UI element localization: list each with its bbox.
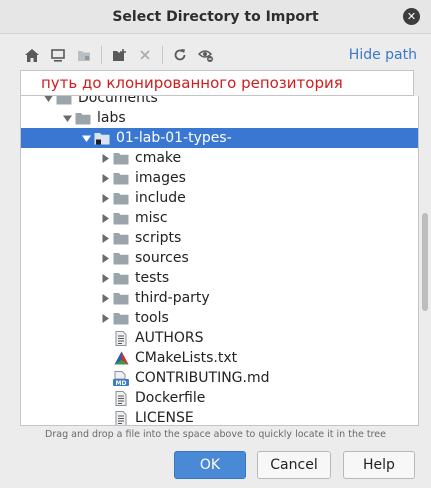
tree-row[interactable]: AUTHORS (21, 328, 418, 348)
tree-row-label: images (135, 170, 186, 186)
new-folder-button[interactable] (107, 44, 131, 66)
delete-button[interactable] (133, 44, 157, 66)
arrow-spacer (98, 368, 112, 388)
arrow-spacer (98, 328, 112, 348)
arrow-spacer (98, 348, 112, 368)
tree-row[interactable]: labs (21, 108, 418, 128)
delete-icon (140, 50, 150, 60)
cmake-file-icon (112, 350, 130, 366)
markdown-file-icon: MD (112, 370, 130, 386)
show-hidden-icon (198, 50, 213, 62)
tree-row-label: include (135, 190, 186, 206)
chevron-right-icon[interactable] (98, 228, 112, 248)
module-folder-icon (93, 130, 111, 146)
folder-icon (112, 250, 130, 266)
desktop-button[interactable] (46, 44, 70, 66)
text-file-icon (112, 410, 130, 425)
text-file-icon (112, 390, 130, 406)
chevron-right-icon[interactable] (98, 308, 112, 328)
refresh-button[interactable] (168, 44, 192, 66)
chevron-down-icon[interactable] (60, 108, 74, 128)
folder-icon (74, 110, 92, 126)
folder-icon (112, 270, 130, 286)
tree-row-label: third-party (135, 290, 210, 306)
close-button[interactable]: ✕ (403, 8, 420, 25)
path-input[interactable]: путь до клонированного репозитория (20, 70, 414, 96)
home-button[interactable] (20, 44, 44, 66)
tree-row[interactable]: include (21, 188, 418, 208)
folder-icon (112, 290, 130, 306)
chevron-right-icon[interactable] (98, 268, 112, 288)
chevron-right-icon[interactable] (98, 248, 112, 268)
tree-row[interactable]: 01-lab-01-types- (21, 128, 418, 148)
folder-icon (112, 230, 130, 246)
tree-row[interactable]: scripts (21, 228, 418, 248)
help-button[interactable]: Help (343, 451, 415, 479)
tree-row-label: cmake (135, 150, 182, 166)
tree-row[interactable]: tests (21, 268, 418, 288)
chevron-right-icon[interactable] (98, 208, 112, 228)
tree-row[interactable]: tools (21, 308, 418, 328)
arrow-spacer (98, 408, 112, 425)
chevron-right-icon[interactable] (98, 288, 112, 308)
refresh-icon (174, 49, 186, 61)
tree-row-label: tools (135, 310, 169, 326)
project-button[interactable] (72, 44, 96, 66)
new-folder-icon (112, 48, 126, 61)
tree-row[interactable]: misc (21, 208, 418, 228)
desktop-icon (51, 48, 65, 62)
svg-text:MD: MD (116, 380, 127, 386)
tree-row[interactable]: Documents (21, 96, 418, 108)
tree-row-label: Documents (78, 96, 158, 106)
drag-drop-hint: Drag and drop a file into the space abov… (45, 429, 386, 440)
chevron-right-icon[interactable] (98, 168, 112, 188)
tree-row-label: scripts (135, 230, 182, 246)
tree-row-label: labs (97, 110, 126, 126)
ok-button[interactable]: OK (174, 451, 246, 479)
tree-row[interactable]: cmake (21, 148, 418, 168)
tree-row[interactable]: MD CONTRIBUTING.md (21, 368, 418, 388)
title-bar: Select Directory to Import ✕ (0, 0, 431, 34)
tree-row-label: sources (135, 250, 189, 266)
home-icon (25, 48, 39, 62)
folder-icon (112, 310, 130, 326)
chevron-down-icon[interactable] (79, 128, 93, 148)
toolbar-separator (101, 46, 102, 64)
tree-row-label: CMakeLists.txt (135, 350, 238, 366)
tree-row-label: AUTHORS (135, 330, 204, 346)
folder-icon (112, 210, 130, 226)
chevron-right-icon[interactable] (98, 188, 112, 208)
tree-row[interactable]: third-party (21, 288, 418, 308)
tree-row[interactable]: CMakeLists.txt (21, 348, 418, 368)
cancel-button[interactable]: Cancel (257, 451, 331, 479)
text-file-icon (112, 330, 130, 346)
hide-path-link[interactable]: Hide path (349, 47, 417, 63)
show-hidden-button[interactable] (194, 44, 218, 66)
scrollbar-thumb[interactable] (422, 213, 428, 311)
tree-row-label: Dockerfile (135, 390, 206, 406)
dialog-title: Select Directory to Import (112, 8, 319, 25)
tree-row[interactable]: Dockerfile (21, 388, 418, 408)
tree-row-label: 01-lab-01-types- (116, 130, 232, 146)
toolbar-separator (162, 46, 163, 64)
folder-icon (112, 150, 130, 166)
tree-row[interactable]: sources (21, 248, 418, 268)
toolbar (20, 44, 220, 66)
directory-tree[interactable]: Documents labs 01-lab-01-types-cmake images… (20, 96, 419, 426)
tree-row[interactable]: LICENSE (21, 408, 418, 426)
folder-icon (112, 170, 130, 186)
close-icon: ✕ (406, 10, 417, 23)
folder-icon (55, 96, 73, 106)
tree-row-label: LICENSE (135, 410, 194, 426)
tree-row-label: tests (135, 270, 170, 286)
project-icon (78, 50, 90, 61)
tree-row-label: misc (135, 210, 168, 226)
chevron-right-icon[interactable] (98, 148, 112, 168)
chevron-down-icon[interactable] (41, 96, 55, 108)
tree-row-label: CONTRIBUTING.md (135, 370, 270, 386)
folder-icon (112, 190, 130, 206)
tree-row[interactable]: images (21, 168, 418, 188)
arrow-spacer (98, 388, 112, 408)
